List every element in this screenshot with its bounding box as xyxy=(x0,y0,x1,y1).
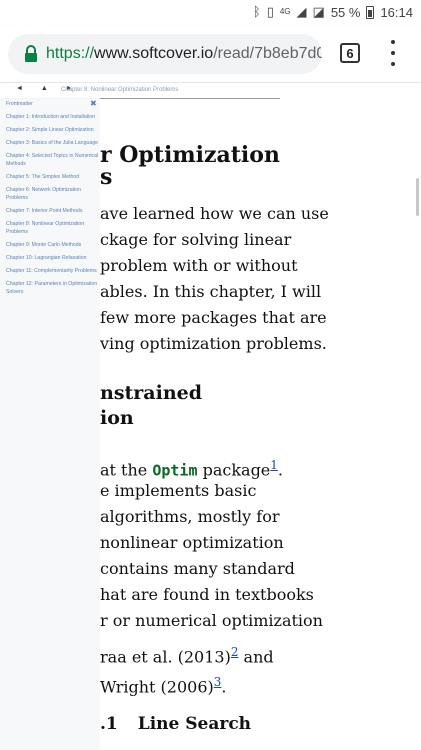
close-icon[interactable]: ✖ xyxy=(90,99,97,108)
bluetooth-icon: ᛒ xyxy=(252,4,261,19)
url-scheme: https:// xyxy=(46,45,95,62)
subsection-title: .1 Line Search xyxy=(100,712,251,736)
toc-item[interactable]: Chapter 10: Lagrangian Relaxation xyxy=(6,254,100,262)
url-path: /read/7b8eb7d0 xyxy=(213,45,322,62)
paragraph-line: Wright (2006)3. xyxy=(100,669,227,700)
url-text[interactable]: https://www.softcover.io/read/7b8eb7d0 xyxy=(46,45,322,63)
toc-list: Frontmatter Chapter 1: Introduction and … xyxy=(0,98,100,296)
subsection-name: Line Search xyxy=(137,714,252,734)
toc-item[interactable]: Chapter 8: Nonlinear Optimization Proble… xyxy=(6,220,100,236)
battery-icon xyxy=(366,5,375,19)
text: and xyxy=(238,647,274,667)
current-chapter-link[interactable]: Chapter 8: Nonlinear Optimization Proble… xyxy=(61,87,178,93)
reader-top-nav: ◄ ▲ ► Chapter 8: Nonlinear Optimization … xyxy=(0,83,280,99)
toc-item[interactable]: Frontmatter xyxy=(6,100,100,108)
intro-line: ave learned how we can use xyxy=(100,204,329,223)
paragraph-line: nonlinear optimization xyxy=(100,533,284,552)
citation: Wright (2006) xyxy=(100,677,214,697)
status-bar: ᛒ ▯ 4G ◢ ◪ 55 % 16:14 xyxy=(0,0,421,26)
more-menu-icon[interactable] xyxy=(385,40,401,66)
signal-icon: ◢ xyxy=(296,4,307,19)
subsection-number: .1 xyxy=(100,714,118,734)
toc-item[interactable]: Chapter 4: Selected Topics in Numerical … xyxy=(6,152,100,168)
page-scrollbar[interactable] xyxy=(416,178,419,216)
tab-switcher-button[interactable]: 6 xyxy=(340,43,360,63)
paragraph-line: e implements basic xyxy=(100,481,257,500)
paragraph-line: algorithms, mostly for xyxy=(100,507,280,526)
text: package xyxy=(197,460,271,480)
intro-line: problem with or without xyxy=(100,256,298,275)
toc-item[interactable]: Chapter 2: Simple Linear Optimization xyxy=(6,126,100,134)
intro-line: ables. In this chapter, I will xyxy=(100,282,322,301)
battery-percent: 55 % xyxy=(330,4,361,20)
toc-item[interactable]: Chapter 7: Interior Point Methods xyxy=(6,207,100,215)
paragraph-line: r or numerical optimization xyxy=(100,611,323,630)
vibrate-icon: ▯ xyxy=(266,4,274,19)
section-title-line-1: nstrained xyxy=(100,382,203,404)
toc-item[interactable]: Chapter 6: Network Optimization Problems xyxy=(6,186,100,202)
chapter-title-line-2: s xyxy=(100,164,113,190)
intro-line: ckage for solving linear xyxy=(100,230,292,249)
toc-item[interactable]: Chapter 3: Basics of the Julia Language xyxy=(6,139,100,147)
optim-package-code: Optim xyxy=(152,461,198,480)
toc-item[interactable]: Chapter 9: Monte Carlo Methods xyxy=(6,241,100,249)
book-page: r Optimization s ave learned how we can … xyxy=(0,83,421,750)
clock: 16:14 xyxy=(380,4,413,20)
intro-line: few more packages that are xyxy=(100,308,327,327)
address-bar[interactable]: https://www.softcover.io/read/7b8eb7d0 xyxy=(8,34,322,74)
footnote-link-1[interactable]: 1 xyxy=(270,458,278,472)
url-host: www.softcover.io xyxy=(94,45,214,62)
tab-count: 6 xyxy=(346,45,354,61)
text: at the xyxy=(100,460,153,480)
toc-item[interactable]: Chapter 12: Parameters in Optimization S… xyxy=(6,280,100,296)
network-type: 4G xyxy=(279,7,291,16)
no-sim-icon: ◪ xyxy=(312,4,325,19)
toc-item[interactable]: Chapter 11: Complementarity Problems xyxy=(6,267,100,275)
toc-item[interactable]: Chapter 5: The Simplex Method xyxy=(6,173,100,181)
citation: raa et al. (2013) xyxy=(100,647,231,667)
chapter-title-line-1: r Optimization xyxy=(100,142,280,168)
browser-toolbar: https://www.softcover.io/read/7b8eb7d0 6 xyxy=(0,26,421,82)
toc-item[interactable]: Chapter 1: Introduction and Installation xyxy=(6,113,100,121)
paragraph-line: hat are found in textbooks xyxy=(100,585,314,604)
paragraph-line: raa et al. (2013)2 and xyxy=(100,639,274,670)
paragraph-line: contains many standard xyxy=(100,559,295,578)
intro-line: ving optimization problems. xyxy=(100,334,327,353)
section-title-line-2: ion xyxy=(100,407,134,429)
lock-icon xyxy=(24,45,38,63)
text: . xyxy=(221,677,227,697)
text: . xyxy=(277,460,284,480)
toc-sidebar: ✖ Frontmatter Chapter 1: Introduction an… xyxy=(0,98,100,750)
